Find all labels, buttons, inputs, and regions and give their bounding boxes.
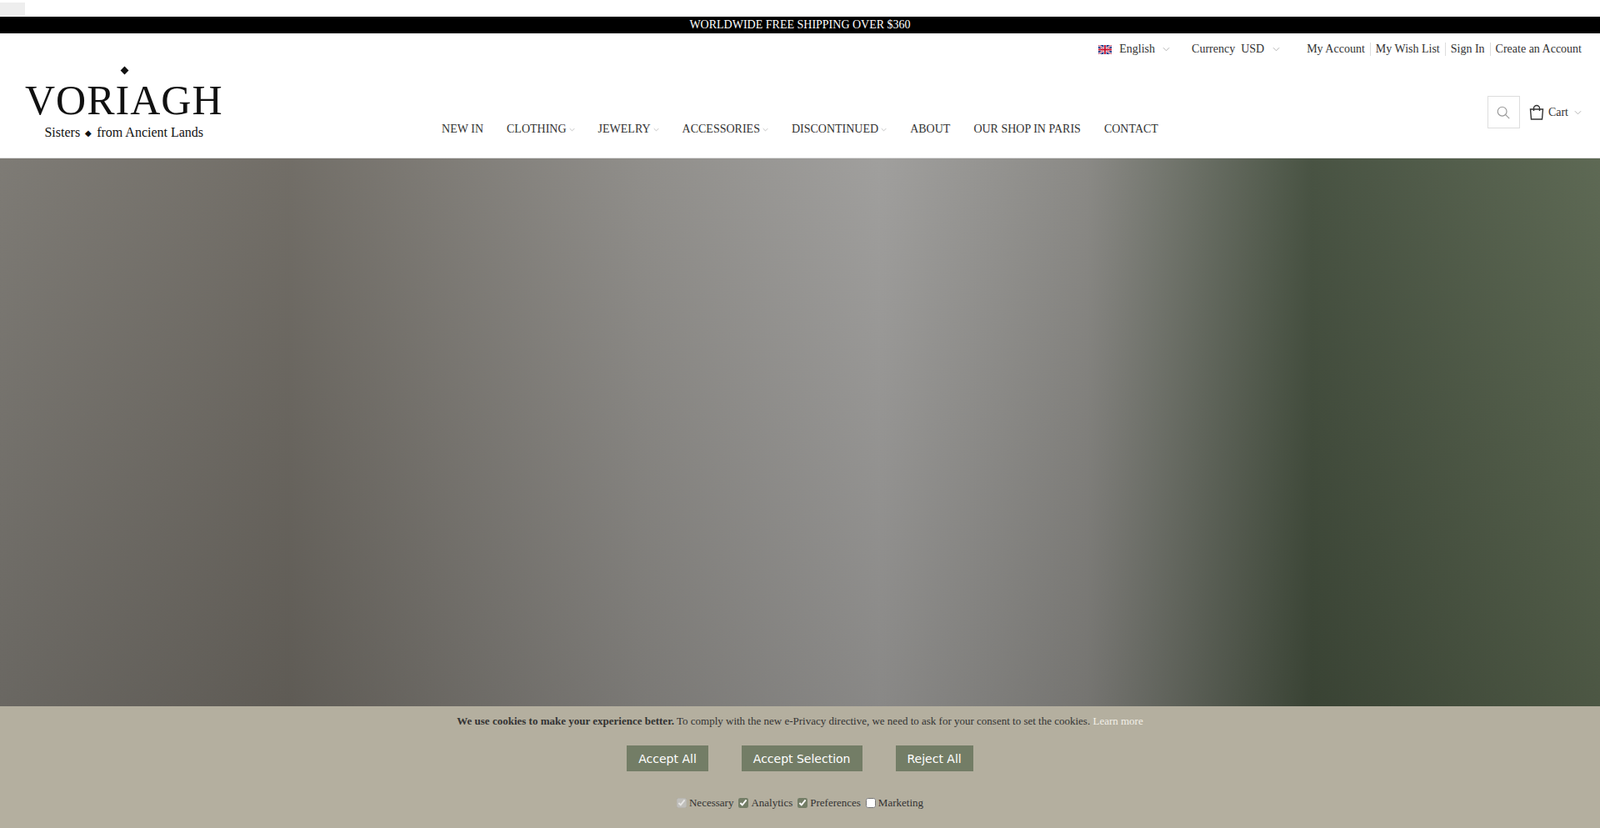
chevron-down-icon <box>762 127 769 132</box>
nav-item[interactable]: OUR SHOP IN PARIS <box>973 122 1081 136</box>
chevron-down-icon <box>1574 110 1582 115</box>
account-links: My AccountMy Wish ListSign InCreate an A… <box>1301 42 1582 56</box>
cookie-checkbox[interactable] <box>865 797 876 808</box>
magnifier-icon <box>1495 105 1511 120</box>
chevron-down-icon <box>569 127 575 132</box>
logo-title: VORIAGH <box>25 67 224 124</box>
cookie-options: Necessary Analytics Preferences Marketin… <box>676 795 924 810</box>
cookie-buttons: Accept All Accept Selection Reject All <box>626 745 973 771</box>
cookie-checkbox <box>676 797 687 808</box>
main-nav: NEW IN CLOTHING JEWELRY ACCESSORIES DISC… <box>441 116 1159 136</box>
cookie-banner: We use cookies to make your experience b… <box>0 705 1600 828</box>
announcement-bar: WORLDWIDE FREE SHIPPING OVER $360 <box>0 16 1600 34</box>
cookie-option[interactable]: Preferences <box>797 795 861 810</box>
chevron-down-icon <box>880 127 887 132</box>
chevron-down-icon <box>653 127 660 132</box>
nav-item[interactable]: JEWELRY <box>598 122 660 136</box>
strip-box <box>0 2 25 15</box>
cookie-button[interactable]: Reject All <box>895 745 974 771</box>
cookie-button[interactable]: Accept Selection <box>741 745 863 771</box>
nav-item[interactable]: CLOTHING <box>506 122 575 136</box>
uk-flag-icon <box>1098 45 1112 55</box>
cookie-option: Necessary <box>676 795 734 810</box>
site-header: English Currency USD My AccountMy Wish L… <box>0 33 1600 159</box>
chevron-down-icon <box>1272 46 1280 52</box>
cookie-button[interactable]: Accept All <box>626 745 709 771</box>
cookie-checkbox[interactable] <box>797 797 808 808</box>
nav-item[interactable]: ACCESSORIES <box>682 122 769 136</box>
page: WORLDWIDE FREE SHIPPING OVER $360 Englis… <box>0 0 1600 828</box>
logo[interactable]: VORIAGH Sisters ◆ from Ancient Lands <box>0 67 224 159</box>
account-link[interactable]: My Wish List <box>1370 42 1445 56</box>
chevron-down-icon <box>1162 46 1170 52</box>
account-link[interactable]: My Account <box>1301 42 1370 56</box>
cookie-option[interactable]: Marketing <box>865 795 924 810</box>
logo-tagline: Sisters ◆ from Ancient Lands <box>44 125 204 140</box>
cart-button[interactable]: Cart <box>1528 104 1582 121</box>
nav-item[interactable]: ABOUT <box>910 122 950 136</box>
cookie-option[interactable]: Analytics <box>738 795 793 810</box>
cookie-checkbox[interactable] <box>738 797 749 808</box>
search-button[interactable] <box>1487 95 1520 129</box>
announcement-text: WORLDWIDE FREE SHIPPING OVER $360 <box>689 18 910 32</box>
shopping-bag-icon <box>1528 104 1545 121</box>
language-switcher[interactable]: English <box>1098 42 1170 56</box>
logo-diamond-icon <box>120 66 130 75</box>
currency-switcher[interactable]: Currency USD <box>1191 42 1280 56</box>
account-link[interactable]: Sign In <box>1445 42 1490 56</box>
nav-item[interactable]: DISCONTINUED <box>791 122 887 136</box>
cookie-message: We use cookies to make your experience b… <box>456 713 1143 729</box>
top-strip <box>0 0 1600 17</box>
learn-more-link[interactable]: Learn more <box>1092 714 1143 727</box>
header-actions: Cart <box>1487 95 1600 129</box>
account-link[interactable]: Create an Account <box>1490 42 1582 56</box>
top-links: English Currency USD My AccountMy Wish L… <box>441 33 1600 65</box>
nav-item[interactable]: CONTACT <box>1104 122 1159 136</box>
nav-item[interactable]: NEW IN <box>441 122 484 136</box>
